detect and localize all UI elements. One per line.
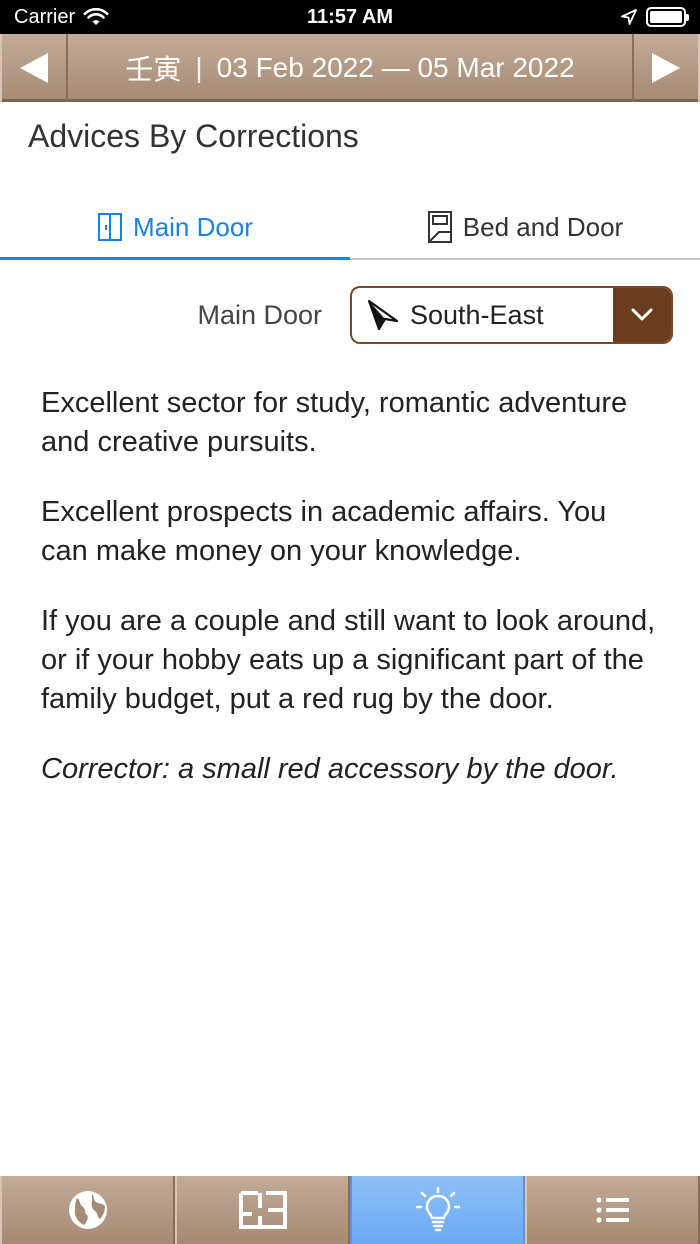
globe-icon [68,1191,107,1229]
status-bar: Carrier 11:57 AM [0,0,700,34]
compass-arrow-icon [360,288,406,342]
wifi-icon [83,7,109,25]
advice-content: Excellent sector for study, romantic adv… [41,384,661,820]
door-icon [98,213,123,241]
bottom-tab-list[interactable] [525,1176,700,1244]
floorplan-icon [238,1191,287,1229]
status-right [620,7,689,27]
period-title: 壬寅 | 03 Feb 2022 — 05 Mar 2022 [68,34,632,102]
bottom-tab-bar [0,1176,700,1244]
tab-bed-and-door[interactable]: Bed and Door [350,196,700,258]
bed-door-icon [427,211,452,243]
tab-main-door[interactable]: Main Door [0,196,350,260]
battery-icon [646,7,689,27]
corrector-note: Corrector: a small red accessory by the … [41,753,619,785]
tab-bar: Main Door Bed and Door [0,196,700,260]
advice-paragraph: Excellent prospects in academic affairs.… [41,496,607,567]
direction-value: South-East [410,299,544,330]
triangle-left-icon [20,53,48,83]
bottom-tab-globe[interactable] [0,1176,175,1244]
direction-select[interactable]: South-East [350,286,673,344]
previous-period-button[interactable] [0,34,68,102]
period-branch: 壬寅 [125,54,182,85]
bottom-tab-floorplan[interactable] [175,1176,350,1244]
bottom-tab-advices[interactable] [350,1176,525,1244]
dropdown-button[interactable] [613,288,671,342]
advice-paragraph: Excellent sector for study, romantic adv… [41,387,628,458]
selector-label: Main Door [197,300,322,330]
advice-paragraph: If you are a couple and still want to lo… [41,605,656,715]
triangle-right-icon [652,53,680,83]
location-arrow-icon [621,9,637,25]
period-header: 壬寅 | 03 Feb 2022 — 05 Mar 2022 [0,34,700,102]
carrier-label: Carrier [14,5,76,28]
app-screen: Carrier 11:57 AM 壬寅 | 03 Feb 2022 — 05 M… [0,0,700,1244]
lightbulb-icon [415,1187,460,1232]
page-title: Advices By Corrections [28,118,359,154]
list-icon [595,1197,629,1223]
tab-main-door-label: Main Door [133,211,253,242]
period-separator: | [195,52,203,83]
battery-level [650,11,682,23]
direction-selector-row: Main Door South-East [0,286,700,344]
tab-bed-and-door-label: Bed and Door [462,211,624,242]
period-range: 03 Feb 2022 — 05 Mar 2022 [216,52,575,83]
status-left: Carrier [14,6,109,29]
next-period-button[interactable] [632,34,700,102]
chevron-down-icon [631,308,653,321]
